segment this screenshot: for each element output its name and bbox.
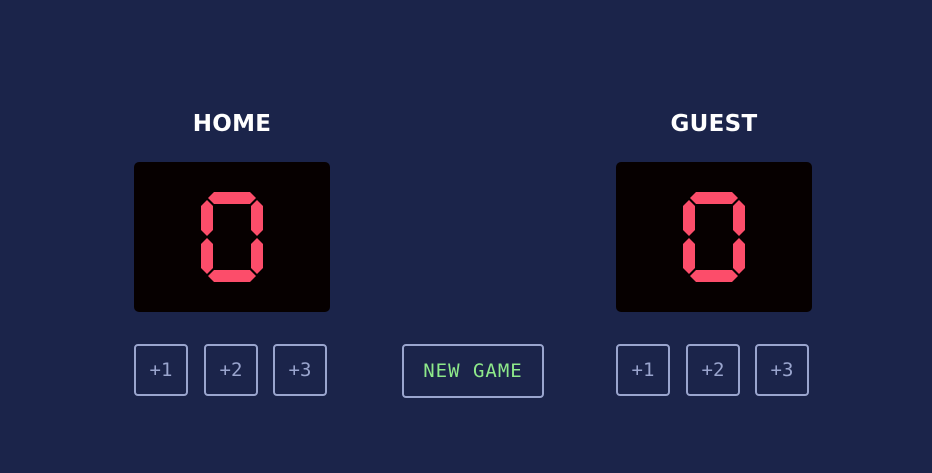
guest-title: GUEST bbox=[670, 111, 758, 137]
guest-add-2-button[interactable]: +2 bbox=[686, 344, 740, 396]
guest-add-3-button[interactable]: +3 bbox=[755, 344, 809, 396]
home-add-1-button[interactable]: +1 bbox=[134, 344, 188, 396]
guest-score-digit bbox=[683, 192, 745, 282]
new-game-button[interactable]: NEW GAME bbox=[402, 344, 544, 398]
home-add-2-button[interactable]: +2 bbox=[204, 344, 258, 396]
guest-score-display: 0 bbox=[616, 162, 812, 312]
home-panel: HOME 0 +1 +2 +3 bbox=[134, 108, 330, 396]
digit-segment-c bbox=[733, 238, 745, 274]
digit-segment-a bbox=[208, 192, 256, 204]
digit-segment-b bbox=[251, 200, 263, 236]
guest-add-1-button[interactable]: +1 bbox=[616, 344, 670, 396]
digit-segment-c bbox=[251, 238, 263, 274]
digit-segment-e bbox=[201, 238, 213, 274]
digit-segment-g bbox=[690, 231, 738, 243]
digit-segment-e bbox=[683, 238, 695, 274]
digit-segment-f bbox=[683, 200, 695, 236]
digit-segment-d bbox=[690, 270, 738, 282]
digit-segment-d bbox=[208, 270, 256, 282]
home-add-3-button[interactable]: +3 bbox=[273, 344, 327, 396]
guest-panel: GUEST 0 +1 +2 +3 bbox=[616, 108, 812, 396]
home-button-row: +1 +2 +3 bbox=[134, 344, 330, 398]
digit-segment-g bbox=[208, 231, 256, 243]
home-title: HOME bbox=[192, 111, 272, 137]
digit-segment-b bbox=[733, 200, 745, 236]
digit-segment-f bbox=[201, 200, 213, 236]
home-score-display: 0 bbox=[134, 162, 330, 312]
digit-segment-a bbox=[690, 192, 738, 204]
guest-button-row: +1 +2 +3 bbox=[616, 344, 812, 398]
home-score-digit bbox=[201, 192, 263, 282]
